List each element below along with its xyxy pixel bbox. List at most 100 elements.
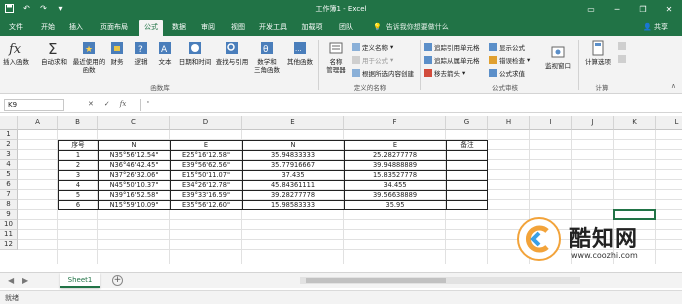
column-header-l[interactable]: L — [656, 116, 682, 130]
math-trig-button[interactable]: θ 数学和 三角函数 — [252, 40, 282, 74]
tab-page-layout[interactable]: 页面布局 — [94, 20, 134, 36]
tab-formulas[interactable]: 公式 — [139, 20, 163, 36]
table-header-cell[interactable]: N — [98, 140, 170, 150]
column-header-f[interactable]: F — [344, 116, 446, 130]
name-box[interactable]: K9 — [4, 99, 64, 111]
tab-addins[interactable]: 加载项 — [298, 20, 326, 36]
table-cell[interactable]: E34°26'12.78" — [170, 180, 242, 190]
row-header-11[interactable]: 11 — [0, 230, 18, 240]
tab-view[interactable]: 视图 — [226, 20, 250, 36]
evaluate-formula-button[interactable]: 公式求值 — [489, 68, 525, 78]
table-cell[interactable]: 3 — [58, 170, 98, 180]
table-cell[interactable] — [446, 190, 488, 200]
table-cell[interactable]: 39.94888889 — [344, 160, 446, 170]
table-cell[interactable]: 34.455 — [344, 180, 446, 190]
fx-icon[interactable]: fx — [120, 100, 127, 108]
calculate-sheet-button[interactable] — [618, 55, 626, 63]
tab-data[interactable]: 数据 — [167, 20, 191, 36]
name-manager-button[interactable]: 名称 管理器 — [322, 40, 350, 74]
column-header-g[interactable]: G — [446, 116, 488, 130]
trace-precedents-button[interactable]: 追踪引用单元格 — [424, 42, 480, 52]
table-cell[interactable]: N37°26'32.06" — [98, 170, 170, 180]
table-cell[interactable]: 37.435 — [242, 170, 344, 180]
tab-developer[interactable]: 开发工具 — [256, 20, 290, 36]
share-button[interactable]: 👤 共享 — [643, 22, 668, 32]
cancel-icon[interactable]: ✕ — [88, 100, 94, 108]
table-cell[interactable]: 35.77916667 — [242, 160, 344, 170]
minimize-icon[interactable]: ─ — [604, 0, 630, 18]
select-all-corner[interactable] — [0, 116, 18, 130]
autosum-button[interactable]: Σ 自动求和 — [40, 40, 68, 66]
table-cell[interactable]: 25.28277778 — [344, 150, 446, 160]
trace-dependents-button[interactable]: 追踪从属单元格 — [424, 55, 480, 65]
table-header-cell[interactable]: N — [242, 140, 344, 150]
tab-review[interactable]: 审阅 — [196, 20, 220, 36]
sheet-tab-sheet1[interactable]: Sheet1 — [60, 273, 100, 288]
row-header-3[interactable]: 3 — [0, 150, 18, 160]
row-header-2[interactable]: 2 — [0, 140, 18, 150]
row-header-8[interactable]: 8 — [0, 200, 18, 210]
horizontal-scrollbar[interactable] — [300, 277, 580, 284]
table-cell[interactable]: 1 — [58, 150, 98, 160]
ribbon-display-icon[interactable]: ▭ — [578, 0, 604, 18]
table-cell[interactable]: N36°46'42.45" — [98, 160, 170, 170]
prev-sheet-icon[interactable]: ◀ — [8, 276, 14, 285]
table-cell[interactable]: E39°56'62.56" — [170, 160, 242, 170]
table-cell[interactable]: E39°33'16.59" — [170, 190, 242, 200]
table-cell[interactable]: N39°16'52.58" — [98, 190, 170, 200]
table-cell[interactable]: 4 — [58, 180, 98, 190]
use-in-formula-button[interactable]: 用于公式 ▾ — [352, 55, 393, 65]
table-cell[interactable]: E15°50'11.07" — [170, 170, 242, 180]
add-sheet-button[interactable]: + — [112, 275, 123, 286]
logical-button[interactable]: ? 逻辑 — [130, 40, 152, 66]
column-header-b[interactable]: B — [58, 116, 98, 130]
row-header-4[interactable]: 4 — [0, 160, 18, 170]
next-sheet-icon[interactable]: ▶ — [22, 276, 28, 285]
row-header-5[interactable]: 5 — [0, 170, 18, 180]
insert-function-button[interactable]: fx 插入函数 — [2, 40, 30, 66]
tab-insert[interactable]: 插入 — [64, 20, 88, 36]
tab-team[interactable]: 团队 — [334, 20, 358, 36]
column-header-c[interactable]: C — [98, 116, 170, 130]
table-cell[interactable]: 15.83527778 — [344, 170, 446, 180]
define-name-button[interactable]: 定义名称 ▾ — [352, 42, 393, 52]
table-header-cell[interactable]: E — [170, 140, 242, 150]
row-header-1[interactable]: 1 — [0, 130, 18, 140]
row-header-6[interactable]: 6 — [0, 180, 18, 190]
enter-icon[interactable]: ✓ — [104, 100, 110, 108]
calculation-options-button[interactable]: 计算选项 — [582, 40, 614, 66]
column-header-k[interactable]: K — [614, 116, 656, 130]
table-cell[interactable]: 45.84361111 — [242, 180, 344, 190]
table-header-cell[interactable]: 序号 — [58, 140, 98, 150]
collapse-ribbon-icon[interactable]: ∧ — [671, 82, 676, 90]
table-cell[interactable] — [446, 160, 488, 170]
table-cell[interactable]: N35°56'12.54" — [98, 150, 170, 160]
date-time-button[interactable]: 日期和时间 — [178, 40, 212, 66]
column-header-d[interactable]: D — [170, 116, 242, 130]
table-header-cell[interactable]: E — [344, 140, 446, 150]
watch-window-button[interactable]: 监视窗口 — [540, 44, 576, 70]
table-cell[interactable] — [446, 180, 488, 190]
table-cell[interactable]: E25°16'12.58" — [170, 150, 242, 160]
lookup-button[interactable]: 查找与引用 — [214, 40, 250, 66]
column-header-e[interactable]: E — [242, 116, 344, 130]
scrollbar-thumb[interactable] — [306, 278, 446, 283]
column-header-h[interactable]: H — [488, 116, 530, 130]
row-header-9[interactable]: 9 — [0, 210, 18, 220]
more-functions-button[interactable]: ... 其他函数 — [284, 40, 316, 66]
table-header-cell[interactable]: 备注 — [446, 140, 488, 150]
table-cell[interactable]: 2 — [58, 160, 98, 170]
recently-used-button[interactable]: ★ 最近使用的 函数 — [72, 40, 106, 74]
show-formulas-button[interactable]: 显示公式 — [489, 42, 525, 52]
table-cell[interactable] — [446, 170, 488, 180]
table-cell[interactable]: 5 — [58, 190, 98, 200]
tell-me-box[interactable]: 💡 告诉我你想要做什么 — [373, 22, 449, 32]
table-cell[interactable] — [446, 150, 488, 160]
row-header-10[interactable]: 10 — [0, 220, 18, 230]
financial-button[interactable]: 财务 — [106, 40, 128, 66]
table-cell[interactable]: 39.56638889 — [344, 190, 446, 200]
restore-icon[interactable]: ❐ — [630, 0, 656, 18]
table-cell[interactable]: N45°50'10.37" — [98, 180, 170, 190]
text-button[interactable]: A 文本 — [154, 40, 176, 66]
row-header-7[interactable]: 7 — [0, 190, 18, 200]
